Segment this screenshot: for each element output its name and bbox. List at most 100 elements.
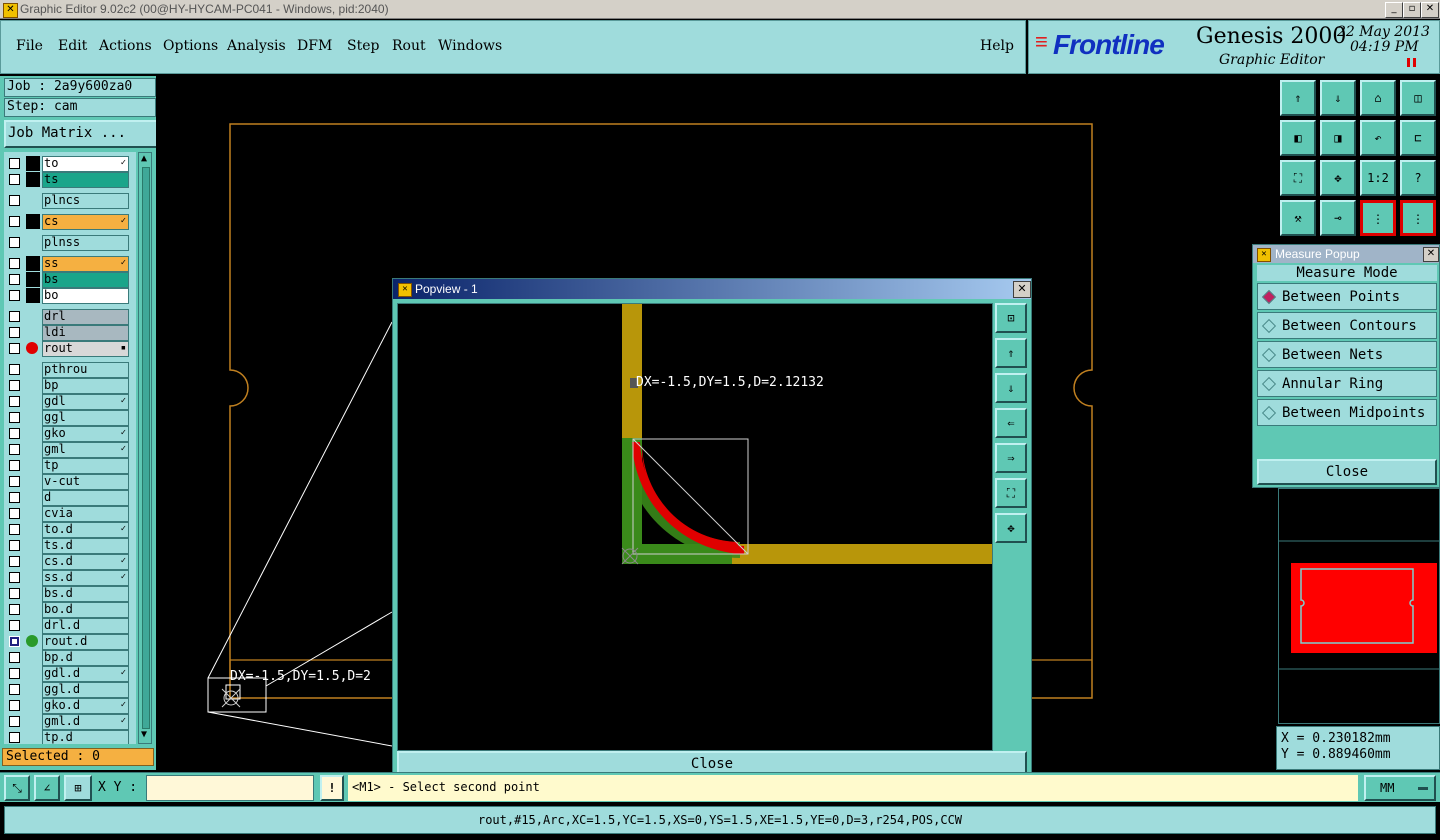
layer-name[interactable]: ts (42, 172, 129, 188)
menu-edit[interactable]: Edit (58, 38, 87, 54)
layer-name[interactable]: bo.d (42, 602, 129, 618)
layer-name[interactable]: gko ✓ (42, 426, 129, 442)
layer-checkbox[interactable] (9, 572, 20, 583)
layer-name[interactable]: cvia (42, 506, 129, 522)
layer-row[interactable]: tp.d (4, 730, 136, 744)
layer-name[interactable]: bo (42, 288, 129, 304)
layer-checkbox[interactable] (9, 195, 20, 206)
layer-row[interactable]: to ✓ (4, 156, 136, 172)
layer-checkbox[interactable] (9, 700, 20, 711)
zoom-fit-icon[interactable]: ⛶ (995, 478, 1027, 508)
menu-windows[interactable]: Windows (438, 38, 502, 54)
layer-row[interactable]: ggl.d (4, 682, 136, 698)
layer-name[interactable]: gml.d ✓ (42, 714, 129, 730)
menu-options[interactable]: Options (163, 38, 218, 54)
home-down-icon[interactable]: ⇓ (1320, 80, 1356, 116)
layer-name[interactable]: cs ✓ (42, 214, 129, 230)
layer-checkbox[interactable] (9, 668, 20, 679)
fit-icon[interactable]: ⛶ (1280, 160, 1316, 196)
layer-name[interactable]: tp (42, 458, 129, 474)
measure-option[interactable]: Between Midpoints (1257, 399, 1437, 426)
zoom-center-icon[interactable]: ✥ (995, 513, 1027, 543)
scroll-down-icon[interactable]: ▼ (141, 729, 149, 741)
ruler-icon[interactable]: ⊏ (1400, 120, 1436, 156)
layer-checkbox[interactable] (9, 216, 20, 227)
layer-name[interactable]: gdl ✓ (42, 394, 129, 410)
layer-row[interactable]: cs ✓ (4, 214, 136, 230)
layer-row[interactable]: bs.d (4, 586, 136, 602)
pan-right-icon[interactable]: ⇒ (995, 443, 1027, 473)
layer-checkbox[interactable] (9, 396, 20, 407)
wrench-icon[interactable]: ⚒ (1280, 200, 1316, 236)
layer-name[interactable]: to.d ✓ (42, 522, 129, 538)
undo-icon[interactable]: ↶ (1360, 120, 1396, 156)
layer-row[interactable]: v-cut (4, 474, 136, 490)
layer-row[interactable]: bp.d (4, 650, 136, 666)
layer-name[interactable]: gko.d ✓ (42, 698, 129, 714)
layer-checkbox[interactable] (9, 274, 20, 285)
layer-row[interactable]: rout.d (4, 634, 136, 650)
layer-checkbox[interactable] (9, 492, 20, 503)
layer-row[interactable]: tp (4, 458, 136, 474)
layer-checkbox[interactable] (9, 412, 20, 423)
layer-checkbox[interactable] (9, 716, 20, 727)
layer-row[interactable]: plnss (4, 235, 136, 251)
layer-name[interactable]: drl.d (42, 618, 129, 634)
layer-checkbox[interactable] (9, 158, 20, 169)
menu-analysis[interactable]: Analysis (227, 38, 286, 54)
left-icon[interactable]: ◧ (1280, 120, 1316, 156)
layer-row[interactable]: drl.d (4, 618, 136, 634)
menu-step[interactable]: Step (347, 38, 379, 54)
layer-row[interactable]: rout ▪ (4, 341, 136, 357)
layer-row[interactable]: ts.d (4, 538, 136, 554)
home-icon[interactable]: ⌂ (1360, 80, 1396, 116)
layer-row[interactable]: gko ✓ (4, 426, 136, 442)
layer-row[interactable]: d (4, 490, 136, 506)
1:2-icon[interactable]: 1:2 (1360, 160, 1396, 196)
layer-checkbox[interactable] (9, 290, 20, 301)
popview-close-icon[interactable]: ✕ (1013, 281, 1031, 298)
pan-left-icon[interactable]: ⇐ (995, 408, 1027, 438)
layer-row[interactable]: gdl ✓ (4, 394, 136, 410)
menu-rout[interactable]: Rout (392, 38, 426, 54)
overview-map[interactable] (1279, 489, 1440, 725)
layer-checkbox[interactable] (9, 380, 20, 391)
pan-up-icon[interactable]: ⇑ (995, 338, 1027, 368)
xy-input[interactable] (146, 775, 314, 801)
menu-file[interactable]: File (16, 38, 43, 54)
layer-name[interactable]: d (42, 490, 129, 506)
layer-row[interactable]: cs.d ✓ (4, 554, 136, 570)
layers-blue-icon[interactable]: ⋮ (1400, 200, 1436, 236)
layer-checkbox[interactable] (9, 364, 20, 375)
units-select[interactable]: MM (1364, 775, 1436, 801)
popview-canvas[interactable]: DX=-1.5,DY=1.5,D=2.12132 (397, 303, 993, 751)
layer-row[interactable]: gml ✓ (4, 442, 136, 458)
layer-name[interactable]: plncs (42, 193, 129, 209)
layer-checkbox[interactable] (9, 311, 20, 322)
measure-option[interactable]: Between Nets (1257, 341, 1437, 368)
menu-help[interactable]: Help (980, 38, 1014, 54)
layer-row[interactable]: drl (4, 309, 136, 325)
layer-checkbox[interactable] (9, 652, 20, 663)
layer-checkbox[interactable] (9, 604, 20, 615)
layer-row[interactable]: ldi (4, 325, 136, 341)
layer-checkbox[interactable] (9, 684, 20, 695)
layer-row[interactable]: to.d ✓ (4, 522, 136, 538)
layer-name[interactable]: ldi (42, 325, 129, 341)
minimize-button[interactable]: _ (1385, 2, 1403, 18)
layer-checkbox[interactable] (9, 620, 20, 631)
right-icon[interactable]: ◨ (1320, 120, 1356, 156)
layer-name[interactable]: ggl.d (42, 682, 129, 698)
layer-row[interactable]: bo.d (4, 602, 136, 618)
layer-name[interactable]: ts.d (42, 538, 129, 554)
layer-name[interactable]: bp (42, 378, 129, 394)
layer-checkbox[interactable] (9, 508, 20, 519)
layer-name[interactable]: gdl.d ✓ (42, 666, 129, 682)
snap-icon[interactable]: ⤡ (4, 775, 30, 801)
layers-red-icon[interactable]: ⋮ (1360, 200, 1396, 236)
layer-name[interactable]: v-cut (42, 474, 129, 490)
layer-checkbox[interactable] (9, 556, 20, 567)
layer-checkbox[interactable] (9, 174, 20, 185)
layer-name[interactable]: ggl (42, 410, 129, 426)
layer-row[interactable]: ts (4, 172, 136, 188)
